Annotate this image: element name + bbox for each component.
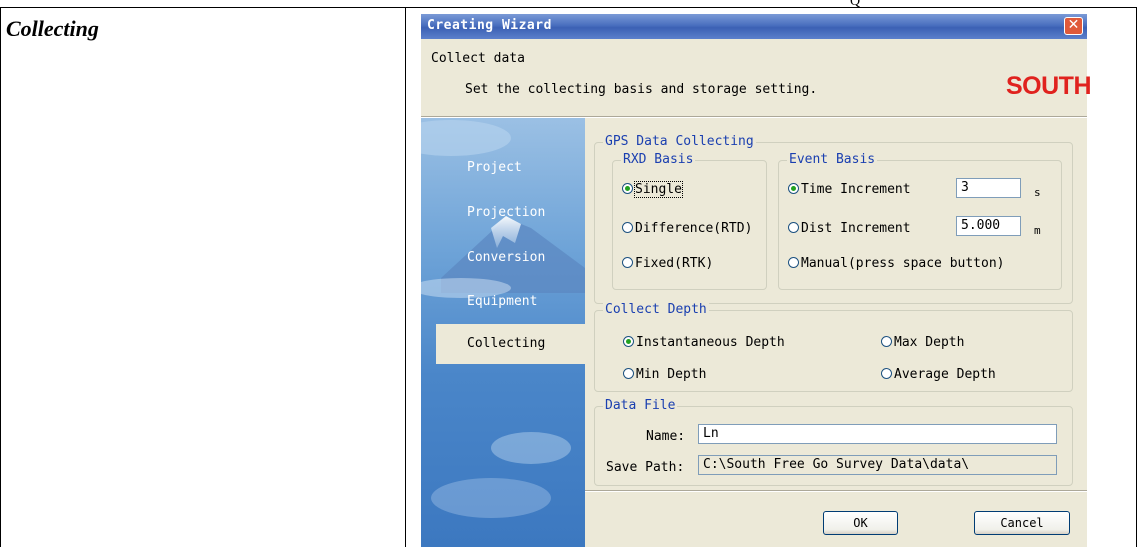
title-bar[interactable]: Creating Wizard ✕ — [421, 14, 1087, 39]
radio-label: Time Increment — [801, 182, 911, 197]
radio-icon — [788, 257, 799, 268]
radio-manual[interactable]: Manual(press space button) — [788, 256, 1005, 272]
clipped-text-fragment: Q — [850, 0, 861, 9]
gps-data-collecting-group: GPS Data Collecting RXD Basis Single Dif… — [594, 134, 1073, 304]
nav-item-equipment[interactable]: Equipment — [421, 282, 585, 322]
close-button[interactable]: ✕ — [1064, 17, 1083, 35]
radio-label: Max Depth — [894, 335, 965, 350]
radio-selected-icon — [623, 336, 634, 347]
save-path-field: C:\South Free Go Survey Data\data\ — [698, 455, 1057, 475]
window-title: Creating Wizard — [427, 18, 552, 33]
wizard-step-nav: Project Projection Conversion Equipment … — [421, 118, 585, 547]
radio-selected-icon — [788, 183, 799, 194]
radio-average-depth[interactable]: Average Depth — [881, 367, 996, 383]
cancel-button[interactable]: Cancel — [974, 511, 1070, 535]
radio-icon — [622, 257, 633, 268]
file-name-input[interactable]: Ln — [698, 424, 1057, 444]
radio-icon — [623, 368, 634, 379]
dist-increment-input[interactable]: 5.000 — [956, 216, 1021, 236]
wizard-header: Collect data Set the collecting basis an… — [421, 39, 1092, 117]
radio-label: Instantaneous Depth — [636, 335, 785, 350]
nav-item-label: Conversion — [467, 250, 546, 265]
ok-button[interactable]: OK — [823, 511, 898, 535]
radio-dist-increment[interactable]: Dist Increment — [788, 221, 911, 237]
dist-unit-label: m — [1034, 224, 1041, 237]
close-icon: ✕ — [1067, 17, 1080, 33]
time-unit-label: s — [1034, 186, 1041, 199]
radio-label: Single — [634, 181, 683, 198]
name-label: Name: — [646, 429, 686, 444]
south-logo: SOUTH — [1006, 72, 1092, 100]
radio-icon — [881, 336, 892, 347]
radio-label: Average Depth — [894, 367, 996, 382]
time-increment-input[interactable]: 3 — [956, 178, 1021, 198]
rxd-basis-group: RXD Basis Single Difference(RTD) Fixed(R… — [612, 152, 767, 290]
group-label: Collect Depth — [603, 302, 709, 318]
table-top-border — [0, 7, 1137, 8]
creating-wizard-dialog: Creating Wizard ✕ Collect data Set the c… — [421, 14, 1092, 547]
radio-fixed-rtk[interactable]: Fixed(RTK) — [622, 256, 713, 272]
radio-max-depth[interactable]: Max Depth — [881, 335, 964, 351]
section-title: Collecting — [6, 16, 99, 41]
radio-label: Difference(RTD) — [635, 221, 753, 236]
radio-label: Fixed(RTK) — [635, 256, 714, 271]
radio-difference-rtd[interactable]: Difference(RTD) — [622, 221, 752, 237]
nav-item-label: Equipment — [467, 294, 538, 309]
nav-item-projection[interactable]: Projection — [421, 193, 585, 233]
radio-icon — [881, 368, 892, 379]
save-path-label: Save Path: — [606, 460, 685, 475]
radio-label: Manual(press space button) — [801, 256, 1005, 271]
header-subtitle: Set the collecting basis and storage set… — [465, 82, 818, 97]
nav-item-project[interactable]: Project — [421, 148, 585, 188]
radio-label: Dist Increment — [801, 221, 911, 236]
radio-single[interactable]: Single — [622, 181, 683, 198]
group-label: RXD Basis — [621, 152, 696, 168]
radio-label: Min Depth — [636, 367, 707, 382]
nav-item-label: Projection — [467, 205, 546, 220]
nav-item-label: Collecting — [467, 336, 546, 351]
group-label: Event Basis — [787, 152, 878, 168]
radio-icon — [788, 222, 799, 233]
radio-icon — [622, 222, 633, 233]
group-label: Data File — [603, 398, 678, 414]
nav-item-label: Project — [467, 160, 522, 175]
table-left-border — [0, 7, 1, 547]
data-file-group: Data File Name: Ln Save Path: C:\South F… — [594, 398, 1073, 486]
table-column-divider — [405, 7, 406, 547]
collect-depth-group: Collect Depth Instantaneous Depth Max De… — [594, 302, 1073, 392]
nav-item-conversion[interactable]: Conversion — [421, 238, 585, 278]
radio-selected-icon — [622, 183, 633, 194]
group-label: GPS Data Collecting — [603, 134, 756, 150]
nav-item-collecting[interactable]: Collecting — [436, 324, 585, 364]
button-bar-separator — [585, 490, 1087, 492]
event-basis-group: Event Basis Time Increment 3 s Dist Incr… — [778, 152, 1062, 290]
radio-min-depth[interactable]: Min Depth — [623, 367, 706, 383]
radio-instantaneous-depth[interactable]: Instantaneous Depth — [623, 335, 785, 351]
radio-time-increment[interactable]: Time Increment — [788, 182, 911, 198]
header-title: Collect data — [431, 51, 525, 66]
